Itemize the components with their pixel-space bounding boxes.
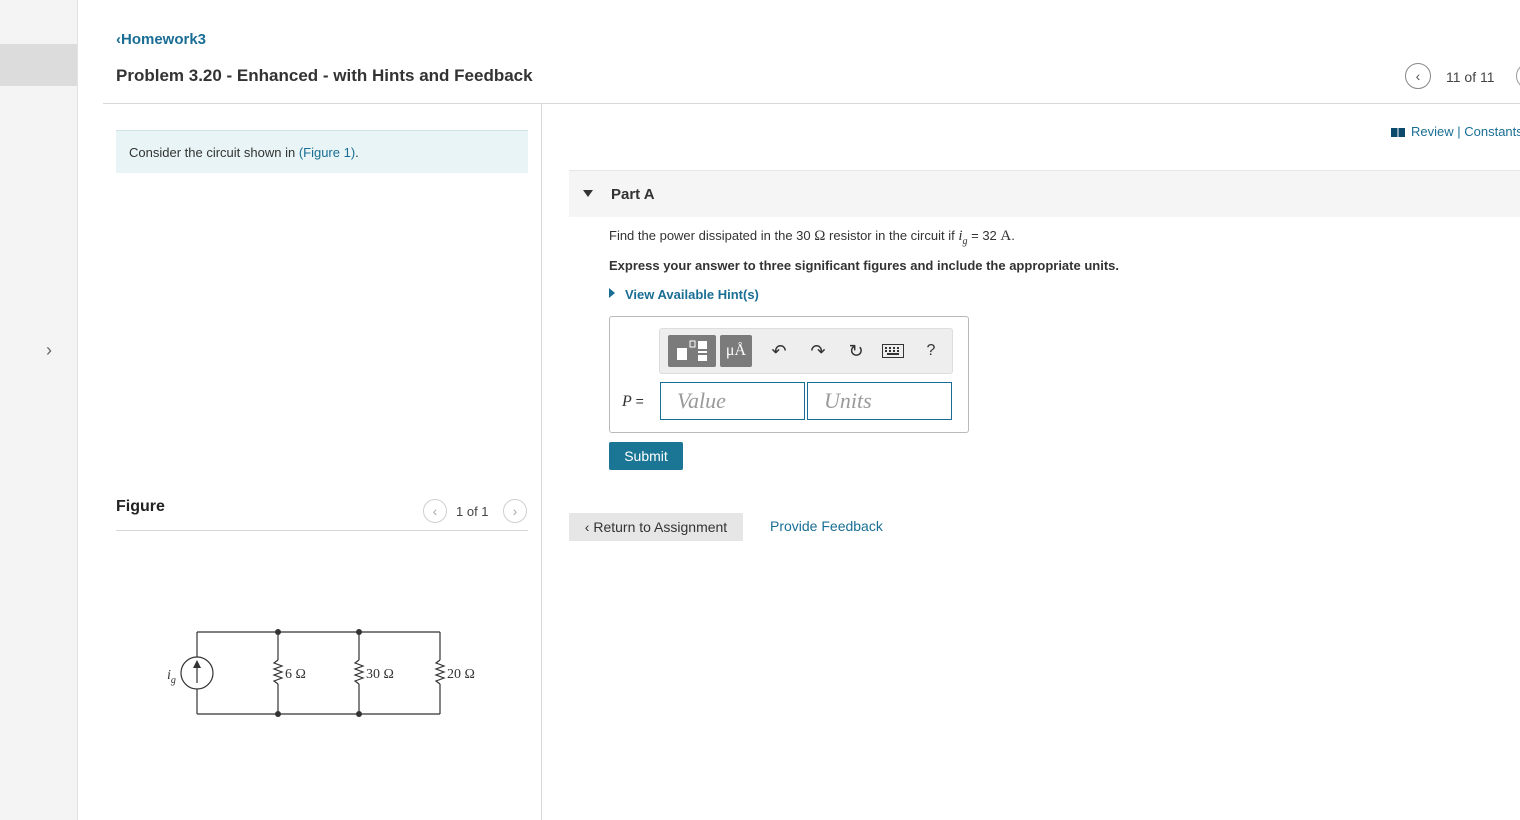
expand-triangle-icon (609, 288, 615, 298)
part-a-header[interactable]: Part A (569, 170, 1520, 217)
expand-sidebar-chevron-icon[interactable]: › (46, 340, 52, 361)
intro-text: Consider the circuit shown in (Figure 1)… (129, 145, 359, 160)
node-dot (356, 711, 362, 717)
node-dot (356, 629, 362, 635)
units-input[interactable] (807, 382, 952, 420)
link-separator: | (1453, 124, 1465, 139)
next-figure-button[interactable]: › (503, 499, 527, 523)
current-variable: ig (958, 228, 968, 247)
ohm-symbol: Ω (814, 228, 826, 244)
question-lead: Find the power dissipated in the 30 (609, 228, 815, 243)
answer-instruction: Express your answer to three significant… (609, 258, 1119, 273)
back-to-homework-link[interactable]: ‹Homework3 (116, 31, 206, 48)
chevron-left-icon: ‹ (432, 503, 438, 519)
keyboard-glyph (882, 344, 904, 358)
figure-link[interactable]: (Figure 1) (299, 145, 355, 160)
question-end: . (1011, 228, 1015, 243)
view-hints-toggle[interactable]: View Available Hint(s) (609, 287, 759, 302)
hint-label: View Available Hint(s) (625, 287, 759, 302)
header-divider (103, 103, 1520, 104)
keyboard-icon[interactable] (878, 335, 908, 367)
pane-divider (541, 104, 542, 820)
figure-heading: Figure (116, 498, 165, 515)
next-problem-button[interactable] (1516, 63, 1520, 89)
part-title: Part A (611, 186, 655, 203)
previous-figure-button[interactable]: ‹ (423, 499, 447, 523)
left-rail-highlight (0, 44, 77, 86)
chevron-left-icon: ‹ (1415, 68, 1421, 84)
left-rail (0, 0, 78, 820)
current-arrow-icon (193, 660, 201, 668)
provide-feedback-link[interactable]: Provide Feedback (770, 518, 883, 534)
circuit-diagram: ig 6 Ω 30 Ω 20 Ω (167, 629, 475, 717)
templates-icon (677, 340, 707, 361)
page-title: Problem 3.20 - Enhanced - with Hints and… (116, 66, 533, 85)
submit-button[interactable]: Submit (609, 442, 683, 470)
return-to-assignment-button[interactable]: ‹ Return to Assignment (569, 513, 743, 541)
value-input[interactable] (660, 382, 805, 420)
back-link-label: Homework3 (121, 31, 207, 48)
resistor-label-30: 30 Ω (366, 667, 394, 682)
question-mid: resistor in the circuit if (825, 228, 959, 243)
question-value: = 32 (967, 228, 1001, 243)
previous-problem-button[interactable]: ‹ (1405, 63, 1431, 89)
intro-text-end: . (355, 145, 359, 160)
figure-counter: 1 of 1 (456, 504, 489, 519)
answer-variable-label: P = (622, 393, 644, 410)
math-toolbar: μÅ ↶ ↷ ↻ ? (659, 328, 953, 374)
review-link[interactable]: Review (1411, 124, 1454, 139)
reset-icon[interactable]: ↻ (841, 335, 871, 367)
ampere-unit: A (1000, 228, 1012, 244)
help-button[interactable]: ? (918, 335, 944, 367)
return-label: Return to Assignment (593, 519, 728, 535)
chevron-right-icon: › (512, 503, 518, 519)
figure-divider (116, 530, 528, 531)
constants-link[interactable]: Constants (1464, 124, 1520, 139)
problem-counter: 11 of 11 (1446, 69, 1495, 85)
units-button[interactable]: μÅ (720, 335, 752, 367)
undo-icon[interactable]: ↶ (764, 335, 794, 367)
intro-text-lead: Consider the circuit shown in (129, 145, 299, 160)
redo-icon[interactable]: ↷ (803, 335, 833, 367)
node-dot (275, 629, 281, 635)
answer-box: μÅ ↶ ↷ ↻ ? P = (609, 316, 969, 433)
collapse-caret-icon (583, 190, 593, 197)
resistor-label-20: 20 Ω (447, 667, 475, 682)
question-text: Find the power dissipated in the 30 Ω re… (609, 228, 1015, 247)
resistor-label-6: 6 Ω (285, 667, 306, 682)
node-dot (275, 711, 281, 717)
source-label: ig (167, 668, 176, 686)
templates-button[interactable] (668, 335, 716, 367)
book-icon (1391, 128, 1405, 138)
intro-panel: Consider the circuit shown in (Figure 1)… (116, 130, 528, 173)
review-constants-links: Review | Constants (1391, 124, 1520, 139)
